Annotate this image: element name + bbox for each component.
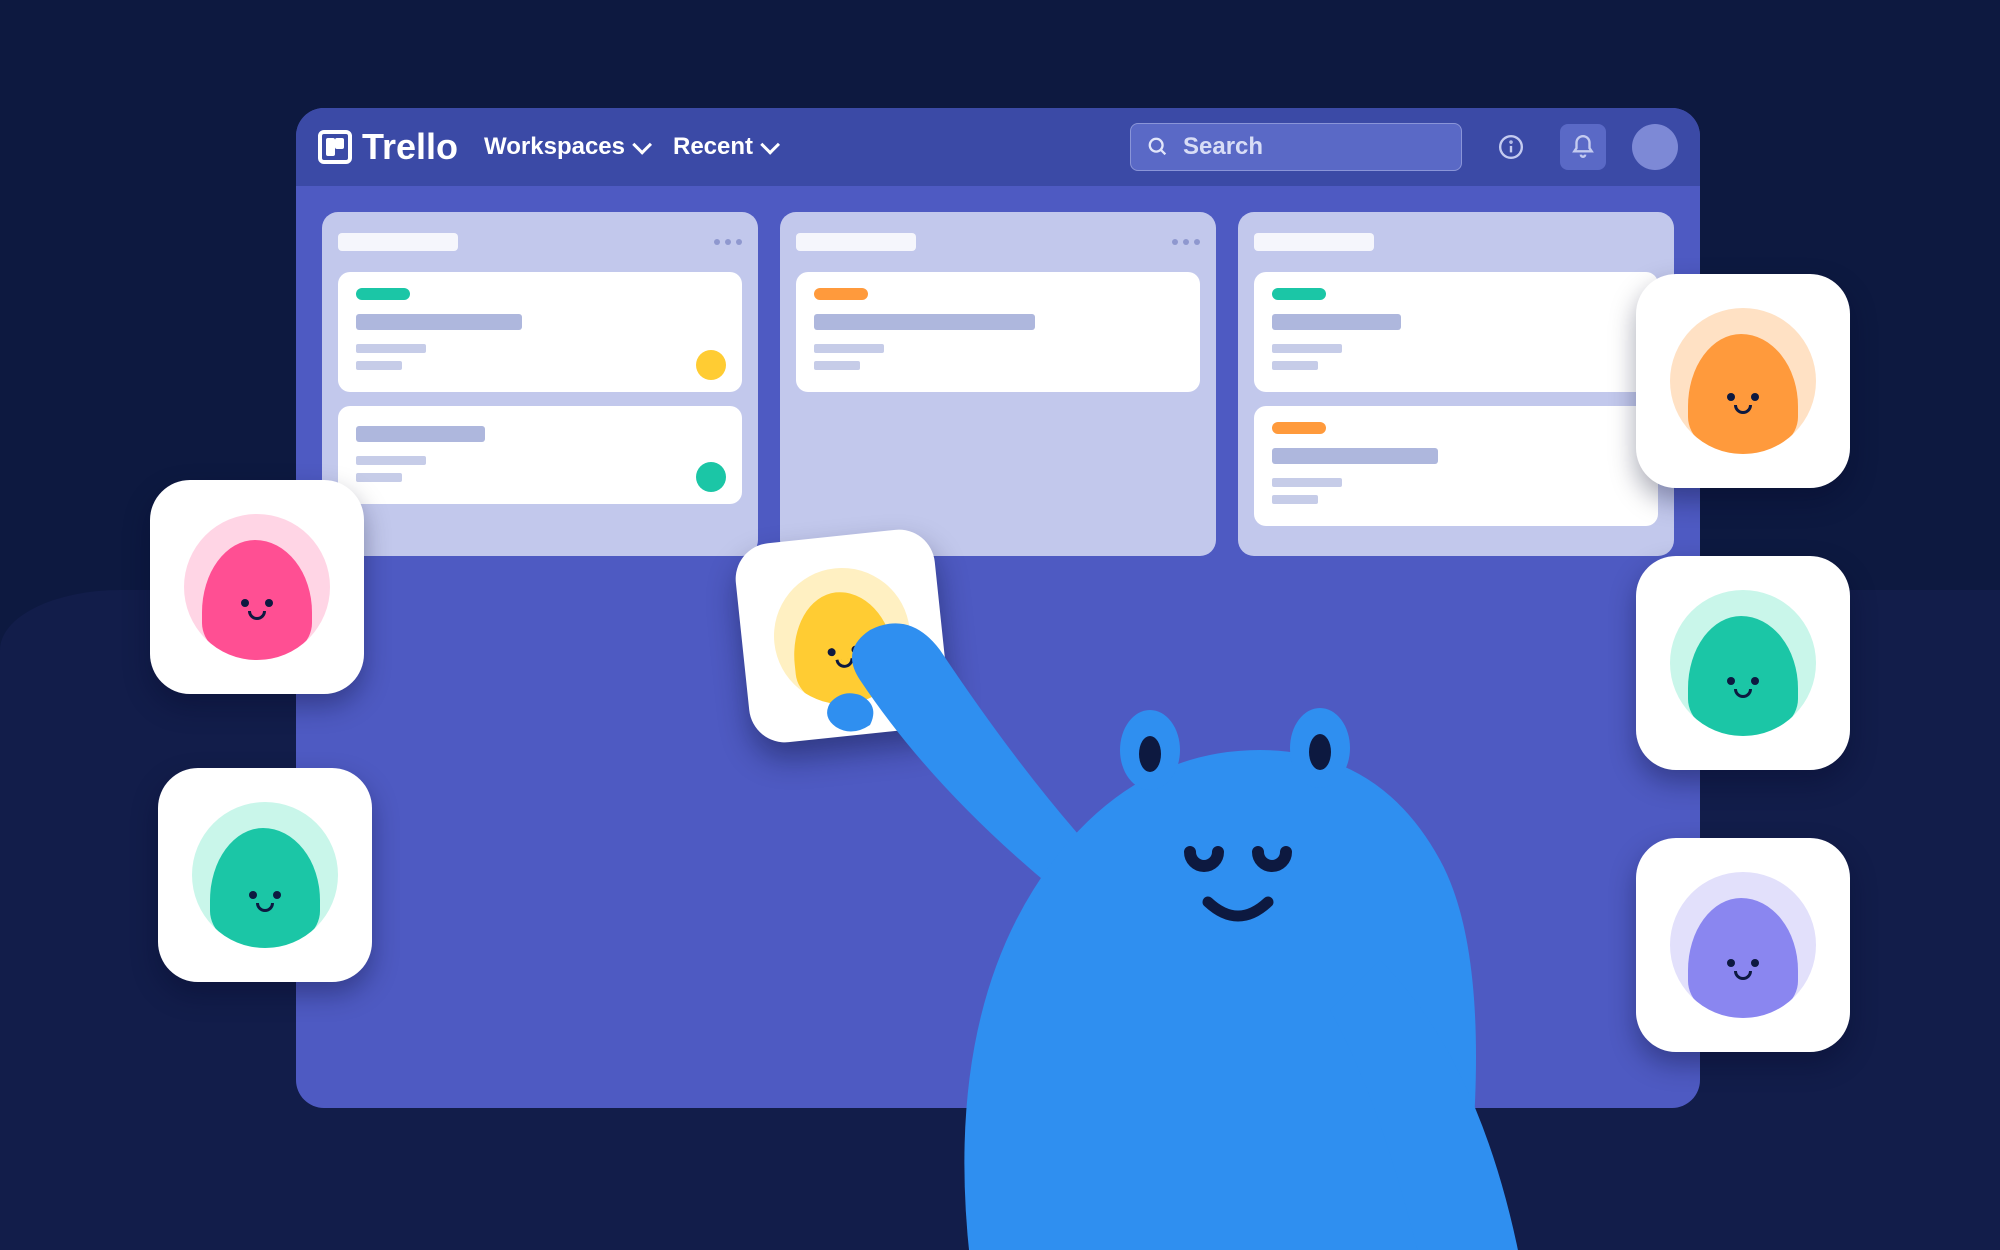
card-label [814,288,868,300]
board-card[interactable] [796,272,1200,392]
notifications-button[interactable] [1560,124,1606,170]
card-member-avatar[interactable] [696,462,726,492]
card-title [356,426,485,442]
card-label [1272,288,1326,300]
board-list[interactable] [322,212,758,556]
avatar-tile-yellow-held[interactable] [732,526,952,746]
card-meta [1272,361,1318,370]
list-menu-button[interactable] [1172,239,1200,245]
card-member-avatar[interactable] [696,350,726,380]
card-label [1272,422,1326,434]
avatar-tile-green[interactable] [158,768,372,982]
trello-logo-icon [318,130,352,164]
board-card[interactable] [1254,272,1658,392]
card-meta [1272,495,1318,504]
workspaces-label: Workspaces [484,133,625,161]
card-title [1272,448,1438,464]
brand-name: Trello [362,126,458,168]
list-title [338,233,458,251]
card-meta [356,361,402,370]
avatar-tile-purple[interactable] [1636,838,1850,1052]
board-card[interactable] [1254,406,1658,526]
board-card[interactable] [338,406,742,504]
recent-dropdown[interactable]: Recent [673,133,775,161]
recent-label: Recent [673,133,753,161]
brand[interactable]: Trello [318,126,458,168]
card-label [356,288,410,300]
search-input[interactable]: Search [1130,123,1462,171]
avatar-tile-orange[interactable] [1636,274,1850,488]
board-list[interactable] [780,212,1216,556]
card-meta [814,361,860,370]
avatar-tile-teal[interactable] [1636,556,1850,770]
card-meta [1272,344,1342,353]
bell-icon [1570,134,1596,160]
list-title [1254,233,1374,251]
chevron-down-icon [760,135,780,155]
card-meta [356,456,426,465]
workspaces-dropdown[interactable]: Workspaces [484,133,647,161]
board-card[interactable] [338,272,742,392]
chevron-down-icon [632,135,652,155]
card-meta [356,344,426,353]
search-placeholder: Search [1183,133,1263,161]
info-icon [1498,134,1524,160]
info-button[interactable] [1488,124,1534,170]
card-title [814,314,1035,330]
card-title [356,314,522,330]
list-title [796,233,916,251]
card-meta [356,473,402,482]
topbar: Trello Workspaces Recent Search [296,108,1700,186]
avatar-tile-pink[interactable] [150,480,364,694]
card-meta [814,344,884,353]
board-list[interactable] [1238,212,1674,556]
list-menu-button[interactable] [714,239,742,245]
app-window: Trello Workspaces Recent Search [296,108,1700,1108]
profile-avatar[interactable] [1632,124,1678,170]
card-title [1272,314,1401,330]
card-meta [1272,478,1342,487]
board [296,186,1700,582]
search-icon [1147,136,1169,158]
